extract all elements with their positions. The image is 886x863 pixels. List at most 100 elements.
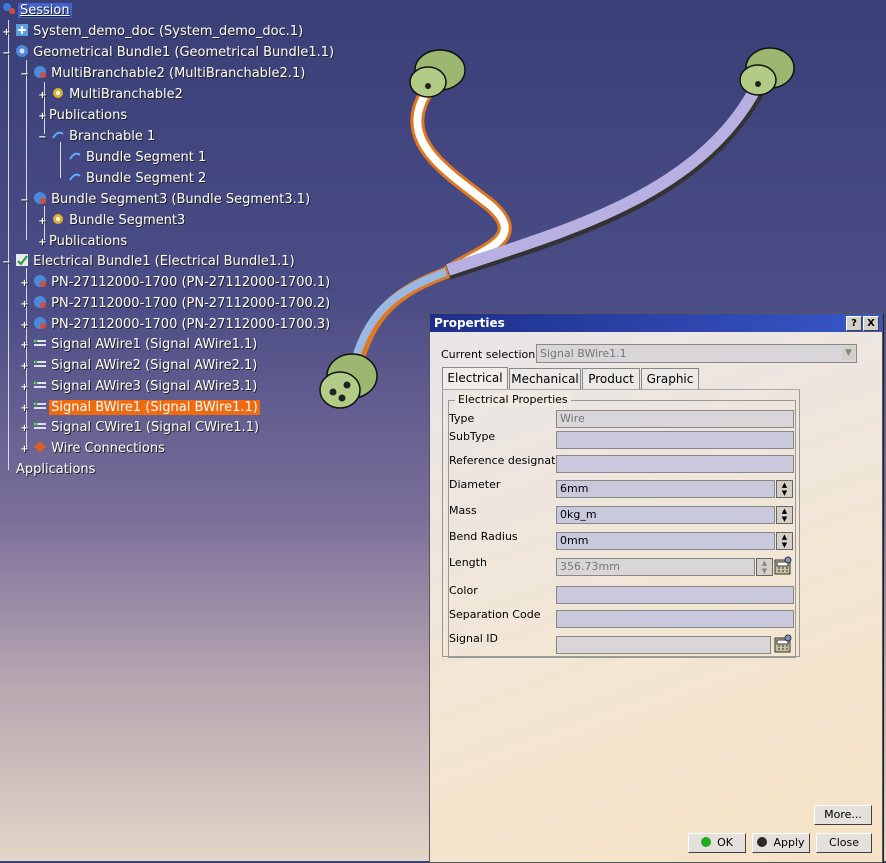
- diameter-field[interactable]: 6mm: [556, 480, 775, 498]
- harness-branch-left[interactable]: [410, 86, 512, 278]
- tab-electrical[interactable]: Electrical: [442, 367, 508, 390]
- tree-node-pn-3[interactable]: + PN-27112000-1700 (PN-27112000-1700.3): [20, 315, 332, 335]
- multibranchable-icon: [34, 66, 47, 78]
- part-number-icon: [34, 317, 47, 329]
- expand-icon[interactable]: +: [20, 300, 29, 310]
- tree-node-signal-awire1[interactable]: + Signal AWire1 (Signal AWire1.1): [20, 335, 259, 355]
- expand-icon[interactable]: +: [20, 404, 29, 414]
- bundle-icon: [16, 45, 29, 57]
- expand-icon[interactable]: +: [20, 279, 29, 289]
- expand-icon[interactable]: +: [20, 321, 29, 331]
- tree-node-publications-2[interactable]: + Publications: [38, 232, 129, 252]
- length-label: Length: [449, 556, 487, 569]
- expand-icon[interactable]: +: [20, 362, 29, 372]
- formula-icon[interactable]: [773, 634, 793, 654]
- chevron-down-icon[interactable]: ▼: [842, 346, 855, 360]
- tree-node-bundle-segment3-part[interactable]: + Bundle Segment3: [38, 211, 187, 231]
- tree-node-signal-awire2[interactable]: + Signal AWire2 (Signal AWire2.1): [20, 356, 259, 376]
- expand-icon[interactable]: +: [2, 28, 11, 38]
- close-button[interactable]: Close: [816, 833, 872, 853]
- collapse-icon[interactable]: −: [2, 258, 11, 268]
- ok-button[interactable]: OK: [688, 833, 746, 853]
- tree-node-geometrical-bundle[interactable]: − Geometrical Bundle1 (Geometrical Bundl…: [2, 43, 336, 63]
- mass-spinner[interactable]: ▲ ▼: [776, 506, 793, 524]
- expand-icon[interactable]: +: [20, 383, 29, 393]
- expand-icon[interactable]: +: [20, 424, 29, 434]
- tree-node-publications-1[interactable]: + Publications: [38, 106, 129, 126]
- dialog-title-bar[interactable]: Properties ? X: [430, 314, 882, 332]
- properties-dialog: Properties ? X Current selection : Signa…: [429, 313, 883, 863]
- electrical-bundle-icon: [16, 254, 29, 266]
- collapse-icon[interactable]: −: [2, 49, 11, 59]
- tree-node-label: Bundle Segment 2: [86, 171, 207, 186]
- tree-node-bundle-segment-1[interactable]: Bundle Segment 1: [68, 148, 208, 168]
- collapse-icon[interactable]: −: [20, 70, 29, 80]
- tree-node-bundle-segment-2[interactable]: Bundle Segment 2: [68, 169, 208, 189]
- expand-icon[interactable]: +: [20, 445, 29, 455]
- tree-node-label: Bundle Segment 1: [86, 150, 207, 165]
- apply-button[interactable]: Apply: [752, 833, 810, 853]
- more-button[interactable]: More...: [814, 805, 872, 825]
- separation-code-field[interactable]: [556, 610, 794, 628]
- tree-node-multibranchable2-part[interactable]: + MultiBranchable2: [38, 85, 185, 105]
- connector-top-left[interactable]: [409, 49, 466, 98]
- apply-icon: [757, 837, 768, 847]
- reference-designator-field[interactable]: [556, 455, 794, 473]
- current-selection-label: Current selection :: [441, 348, 543, 361]
- subtype-field[interactable]: [556, 431, 794, 449]
- tree-node-branchable-1[interactable]: − Branchable 1: [38, 127, 157, 147]
- connector-top-right[interactable]: [739, 47, 795, 96]
- tree-node-wire-connections[interactable]: + Wire Connections: [20, 439, 167, 459]
- product-icon: [16, 24, 29, 36]
- tab-mechanical[interactable]: Mechanical: [509, 368, 581, 389]
- bundle-segment-icon: [34, 192, 47, 204]
- tree-node-label: Signal AWire2 (Signal AWire2.1): [51, 358, 258, 373]
- close-icon[interactable]: X: [863, 316, 879, 331]
- formula-icon[interactable]: [773, 556, 793, 576]
- tree-node-label: Session: [18, 3, 72, 18]
- expand-icon[interactable]: +: [38, 112, 47, 122]
- expand-icon[interactable]: +: [20, 341, 29, 351]
- tree-node-label: Publications: [49, 108, 128, 123]
- current-selection-dropdown[interactable]: Signal BWire1.1 ▼: [536, 344, 857, 363]
- tree-node-pn-2[interactable]: + PN-27112000-1700 (PN-27112000-1700.2): [20, 294, 332, 314]
- connector-bottom[interactable]: [319, 353, 378, 409]
- tab-product[interactable]: Product: [582, 368, 640, 389]
- help-button[interactable]: ?: [846, 316, 862, 331]
- tab-graphic[interactable]: Graphic: [641, 368, 699, 389]
- expand-icon[interactable]: +: [38, 217, 47, 227]
- tree-node-label: Geometrical Bundle1 (Geometrical Bundle1…: [33, 45, 335, 60]
- tree-node-signal-bwire1[interactable]: + Signal BWire1 (Signal BWire1.1): [20, 398, 260, 418]
- ok-label: OK: [717, 836, 733, 849]
- tree-node-electrical-bundle[interactable]: − Electrical Bundle1 (Electrical Bundle1…: [2, 252, 297, 272]
- type-field: Wire: [556, 410, 794, 428]
- tree-node-applications[interactable]: Applications: [14, 460, 97, 480]
- bend-radius-label: Bend Radius: [449, 530, 518, 543]
- tree-node-pn-1[interactable]: + PN-27112000-1700 (PN-27112000-1700.1): [20, 273, 332, 293]
- segment-icon: [69, 152, 81, 160]
- bend-radius-field[interactable]: 0mm: [556, 532, 775, 550]
- tree-node-label: MultiBranchable2: [69, 87, 183, 102]
- expand-icon[interactable]: +: [38, 238, 47, 248]
- tree-node-label: Signal CWire1 (Signal CWire1.1): [51, 420, 260, 435]
- collapse-icon[interactable]: −: [20, 196, 29, 206]
- tree-node-signal-cwire1[interactable]: + Signal CWire1 (Signal CWire1.1): [20, 418, 261, 438]
- tree-node-signal-awire3[interactable]: + Signal AWire3 (Signal AWire3.1): [20, 377, 259, 397]
- diameter-label: Diameter: [449, 478, 501, 491]
- tree-node-label: Bundle Segment3: [69, 213, 186, 228]
- collapse-icon[interactable]: −: [38, 133, 47, 143]
- diameter-spinner[interactable]: ▲ ▼: [776, 480, 793, 498]
- tree-node-system-demo-doc[interactable]: + System_demo_doc (System_demo_doc.1): [2, 22, 305, 42]
- signal-id-field: [556, 636, 771, 654]
- tree-node-session[interactable]: Session: [2, 1, 72, 21]
- tree-node-bundle-segment3[interactable]: − Bundle Segment3 (Bundle Segment3.1): [20, 190, 312, 210]
- wire-icon: [34, 422, 47, 429]
- bend-radius-spinner[interactable]: ▲ ▼: [776, 532, 793, 550]
- mass-field[interactable]: 0kg_m: [556, 506, 775, 524]
- reference-designator-label: Reference designator: [449, 454, 567, 467]
- wire-icon: [34, 381, 47, 388]
- separation-code-label: Separation Code: [449, 608, 541, 621]
- color-field[interactable]: [556, 586, 794, 604]
- expand-icon[interactable]: +: [38, 91, 47, 101]
- tree-node-multibranchable2[interactable]: − MultiBranchable2 (MultiBranchable2.1): [20, 64, 307, 84]
